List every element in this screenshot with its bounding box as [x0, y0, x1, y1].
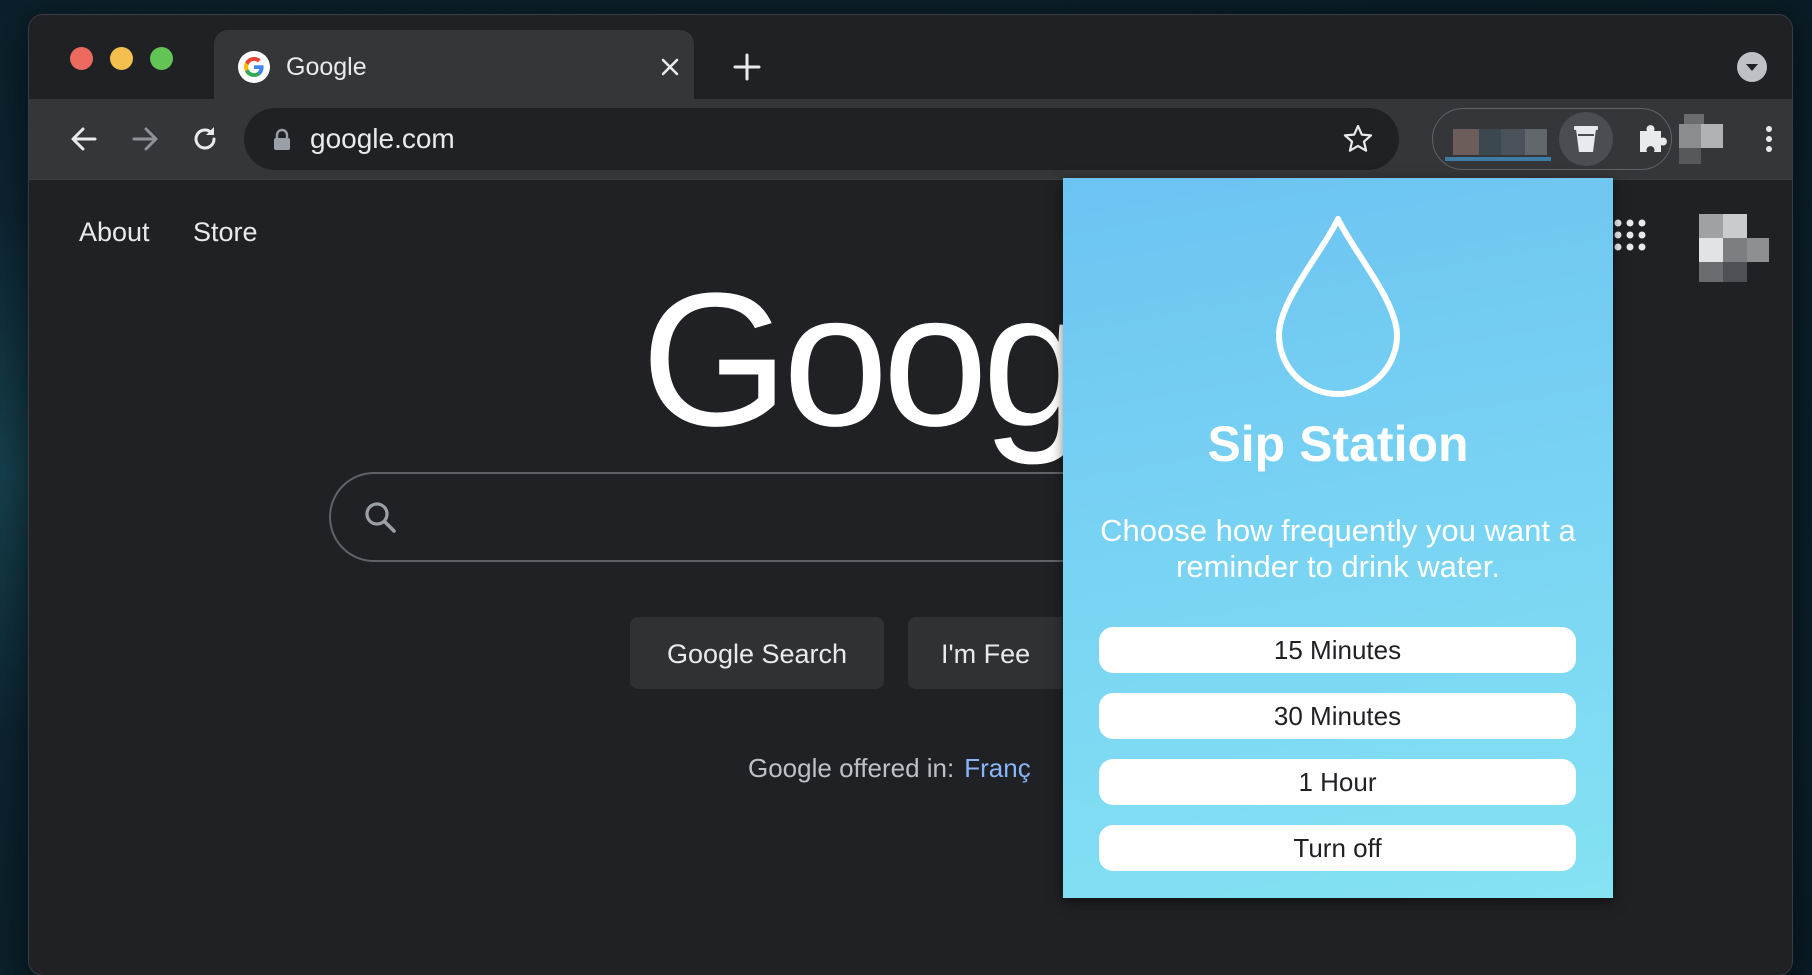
blurred-pixel [1699, 238, 1723, 262]
maximize-window-button[interactable] [150, 47, 173, 70]
blurred-pixel [1479, 129, 1501, 155]
account-avatar-blurred[interactable] [1699, 214, 1723, 238]
google-search-button[interactable]: Google Search [630, 617, 884, 689]
cup-icon[interactable] [1559, 112, 1613, 166]
close-window-button[interactable] [70, 47, 93, 70]
reload-icon[interactable] [185, 119, 225, 159]
option-30-minutes-button[interactable]: 30 Minutes [1099, 693, 1576, 739]
language-offer-label: Google offered in: [748, 753, 955, 783]
plus-icon[interactable] [729, 49, 765, 85]
option-1-hour-button[interactable]: 1 Hour [1099, 759, 1576, 805]
language-offer: Google offered in: Franç [748, 752, 1031, 784]
google-g-icon [238, 51, 270, 83]
lock-icon[interactable] [272, 128, 292, 150]
tab-title: Google [286, 53, 367, 81]
blurred-pixel [1501, 129, 1525, 155]
browser-window: Google google.com About Store Goog Googl… [29, 15, 1792, 975]
minimize-window-button[interactable] [110, 47, 133, 70]
blurred-pixel [1723, 214, 1747, 238]
store-link[interactable]: Store [193, 216, 258, 248]
language-link-french[interactable]: Franç [964, 753, 1030, 783]
blurred-pixel [1747, 238, 1769, 262]
address-bar[interactable]: google.com [244, 108, 1399, 170]
water-drop-icon [1271, 211, 1405, 401]
popup-description: Choose how frequently you want a reminde… [1100, 513, 1576, 584]
blurred-underline [1445, 157, 1551, 161]
blurred-pixel [1679, 124, 1701, 148]
about-link[interactable]: About [79, 216, 150, 248]
blurred-pixel [1723, 262, 1747, 282]
forward-arrow-icon[interactable] [125, 119, 165, 159]
search-icon [361, 498, 401, 538]
chevron-down-icon[interactable] [1737, 52, 1767, 82]
blurred-pixel [1699, 262, 1723, 282]
tab-strip: Google [29, 15, 1792, 99]
tab-google[interactable]: Google [214, 30, 694, 99]
three-dot-menu-icon[interactable] [1763, 121, 1775, 157]
turn-off-button[interactable]: Turn off [1099, 825, 1576, 871]
popup-title: Sip Station [1207, 416, 1469, 472]
sip-station-popup: Sip Station Choose how frequently you wa… [1063, 178, 1613, 898]
close-icon[interactable] [654, 51, 686, 83]
google-logo: Goog [641, 254, 1088, 466]
star-icon[interactable] [1342, 123, 1374, 155]
extension-icon-blurred-2[interactable] [1525, 129, 1547, 155]
url-text: google.com [310, 123, 455, 154]
puzzle-icon[interactable] [1634, 121, 1670, 157]
back-arrow-icon[interactable] [64, 119, 104, 159]
blurred-pixel [1723, 238, 1747, 262]
option-15-minutes-button[interactable]: 15 Minutes [1099, 627, 1576, 673]
blurred-pixel [1679, 148, 1701, 164]
apps-grid-icon[interactable] [1610, 215, 1650, 255]
blurred-pixel [1701, 124, 1723, 148]
extension-icon-blurred[interactable] [1453, 129, 1479, 155]
browser-toolbar: google.com [29, 99, 1792, 180]
profile-avatar-blurred[interactable] [1684, 114, 1704, 124]
